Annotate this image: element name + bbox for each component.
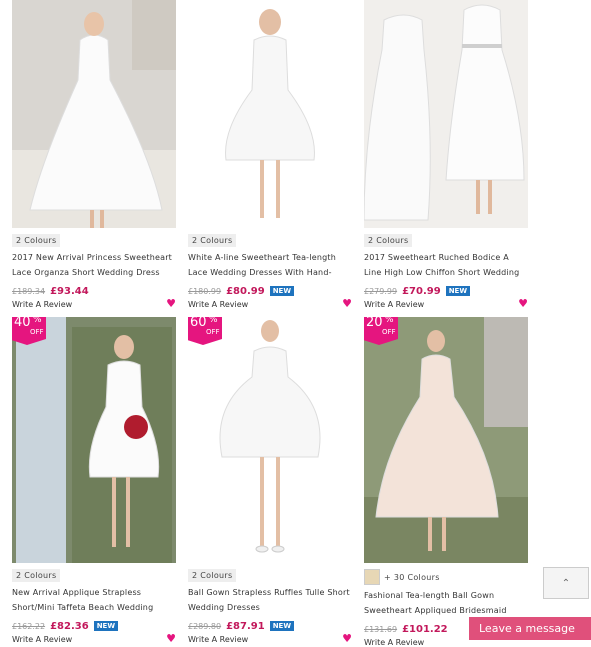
product-card[interactable]: 2 Colours White A-line Sweetheart Tea-le… bbox=[188, 0, 352, 310]
write-review-link[interactable]: Write A Review ♥ bbox=[12, 297, 176, 310]
discount-badge: 20 % OFF bbox=[364, 317, 398, 345]
heart-icon[interactable]: ♥ bbox=[342, 297, 352, 310]
product-card[interactable]: 2 Colours 2017 Sweetheart Ruched Bodice … bbox=[364, 0, 528, 310]
original-price: £131.69 bbox=[364, 624, 398, 634]
sale-price: £82.36 bbox=[50, 620, 89, 632]
colour-swatch[interactable] bbox=[364, 569, 380, 585]
product-image[interactable]: 20 % OFF bbox=[364, 317, 528, 563]
original-price: £180.99 bbox=[188, 286, 222, 296]
product-title[interactable]: 2017 Sweetheart Ruched Bodice A Line Hig… bbox=[364, 250, 528, 280]
colour-count[interactable]: 2 Colours bbox=[188, 234, 237, 247]
heart-icon[interactable]: ♥ bbox=[342, 632, 352, 645]
sale-price: £70.99 bbox=[402, 285, 441, 297]
chevron-up-icon: ⌃ bbox=[561, 577, 571, 589]
new-tag: NEW bbox=[269, 621, 295, 631]
product-title[interactable]: New Arrival Applique Strapless Short/Min… bbox=[12, 585, 176, 615]
product-card[interactable]: 20 % OFF + 30 Colours Fashional Tea-leng… bbox=[364, 317, 528, 647]
write-review-link[interactable]: Write A Review ♥ bbox=[364, 297, 528, 310]
heart-icon[interactable]: ♥ bbox=[166, 632, 176, 645]
sale-price: £93.44 bbox=[50, 285, 89, 297]
sale-price: £80.99 bbox=[226, 285, 265, 297]
heart-icon[interactable]: ♥ bbox=[166, 297, 176, 310]
product-title[interactable]: White A-line Sweetheart Tea-length Lace … bbox=[188, 250, 352, 280]
discount-badge: 40 % OFF bbox=[12, 317, 46, 345]
original-price: £279.99 bbox=[364, 286, 398, 296]
product-card[interactable]: 40 % OFF 2 Colours New Arrival Applique … bbox=[12, 317, 176, 645]
colour-count[interactable]: 2 Colours bbox=[364, 234, 413, 247]
colour-count-label: + 30 Colours bbox=[384, 572, 440, 582]
product-image[interactable] bbox=[188, 0, 352, 228]
original-price: £189.34 bbox=[12, 286, 46, 296]
new-tag: NEW bbox=[269, 286, 295, 296]
back-to-top-button[interactable]: ⌃ bbox=[543, 567, 589, 599]
new-tag: NEW bbox=[93, 621, 119, 631]
discount-badge: 60 % OFF bbox=[188, 317, 222, 345]
product-image[interactable] bbox=[364, 0, 528, 228]
leave-message-button[interactable]: Leave a message bbox=[469, 617, 591, 640]
new-tag: NEW bbox=[445, 286, 471, 296]
product-image[interactable] bbox=[12, 0, 176, 228]
product-title[interactable]: Fashional Tea-length Ball Gown Sweethear… bbox=[364, 588, 528, 618]
write-review-link[interactable]: Write A Review ♥ bbox=[188, 297, 352, 310]
heart-icon[interactable]: ♥ bbox=[518, 297, 528, 310]
colour-count[interactable]: + 30 Colours bbox=[364, 569, 528, 585]
colour-count[interactable]: 2 Colours bbox=[188, 569, 237, 582]
product-image[interactable]: 40 % OFF bbox=[12, 317, 176, 563]
original-price: £289.80 bbox=[188, 621, 222, 631]
sale-price: £101.22 bbox=[402, 623, 448, 635]
product-title[interactable]: Ball Gown Strapless Ruffles Tulle Short … bbox=[188, 585, 352, 615]
product-title[interactable]: 2017 New Arrival Princess Sweetheart Lac… bbox=[12, 250, 176, 280]
colour-count[interactable]: 2 Colours bbox=[12, 234, 61, 247]
product-card[interactable]: 60 % OFF 2 Colours Ball Gown Strapless R… bbox=[188, 317, 352, 645]
colour-count[interactable]: 2 Colours bbox=[12, 569, 61, 582]
product-card[interactable]: 2 Colours 2017 New Arrival Princess Swee… bbox=[12, 0, 176, 310]
original-price: £162.22 bbox=[12, 621, 46, 631]
sale-price: £87.91 bbox=[226, 620, 265, 632]
product-image[interactable]: 60 % OFF bbox=[188, 317, 352, 563]
